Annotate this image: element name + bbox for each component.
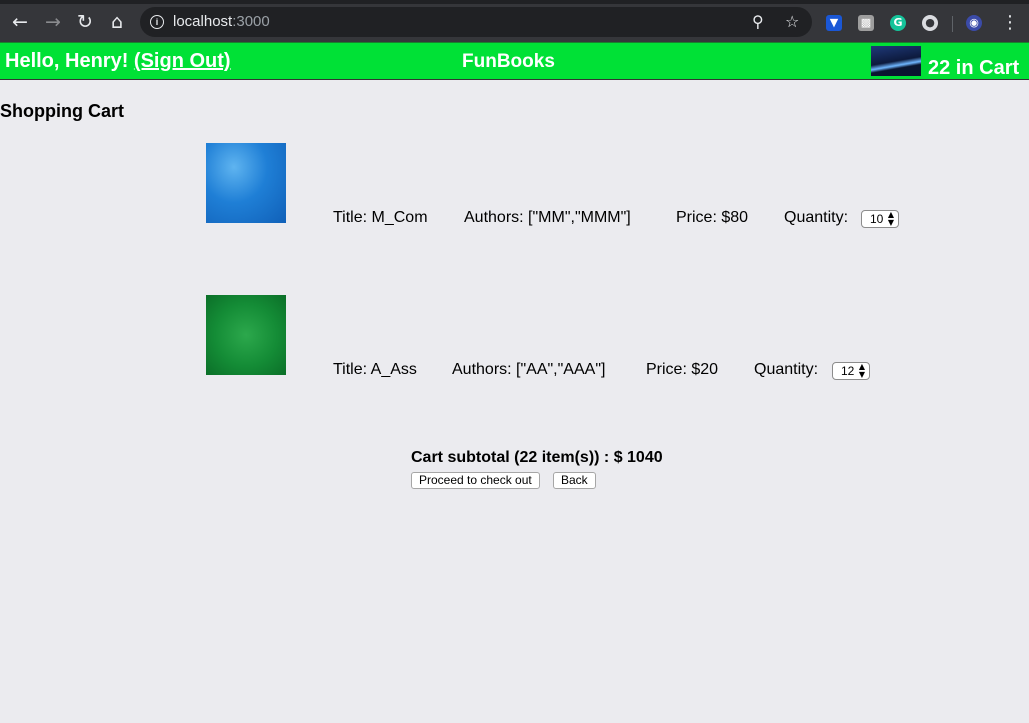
info-icon[interactable]: i [150,15,164,29]
more-vertical-icon[interactable]: ⋮ [1000,11,1020,35]
shield-extension-icon[interactable]: ▼ [826,15,842,31]
cart-subtotal: Cart subtotal (22 item(s)) : $ 1040 [411,449,663,466]
quantity-label: Quantity: [754,361,819,378]
app-header: Hello, Henry! (Sign Out) FunBooks 22 in … [0,42,1029,80]
item-title: Title: M_Com [333,209,428,226]
sign-out-link[interactable]: (Sign Out) [134,50,231,72]
toolbar-divider [952,16,953,32]
grammarly-icon[interactable]: G [890,15,906,31]
address-bar[interactable]: i localhost:3000 ⚲ ☆ [140,7,812,37]
star-icon[interactable]: ☆ [785,12,799,32]
browser-toolbar: ← → ↻ ⌂ i localhost:3000 ⚲ ☆ ▼ ▩ G ● ◉ ⋮ [0,0,1029,42]
forward-icon[interactable]: → [41,10,65,34]
profile-avatar-icon[interactable]: ◉ [966,15,982,31]
back-icon[interactable]: ← [8,10,32,34]
greeting-text: Hello, Henry! [5,50,129,72]
item-price: Price: $20 [646,361,719,378]
record-extension-icon[interactable]: ● [922,15,938,31]
brand-title[interactable]: FunBooks [462,51,555,73]
quantity-select[interactable]: 12 ▲ ▼ [832,362,870,380]
quantity-value: 10 [870,212,884,226]
greeting: Hello, Henry! (Sign Out) [5,50,231,73]
cart-image[interactable] [871,46,921,76]
reload-icon[interactable]: ↻ [73,10,97,34]
item-price: Price: $80 [676,209,749,226]
quantity-select[interactable]: 10 ▲ ▼ [861,210,899,228]
checkout-button[interactable]: Proceed to check out [411,472,540,489]
quantity-value: 12 [841,364,855,378]
home-icon[interactable]: ⌂ [105,10,129,34]
extension-icon[interactable]: ▩ [858,15,874,31]
select-arrows-icon: ▲ ▼ [858,362,865,379]
book-cover-image [206,143,286,223]
item-authors: Authors: ["MM","MMM"] [464,209,631,226]
page-title: Shopping Cart [0,101,124,121]
key-icon[interactable]: ⚲ [752,12,764,32]
url-text[interactable]: localhost:3000 [173,13,270,31]
book-cover-image [206,295,286,375]
item-authors: Authors: ["AA","AAA"] [452,361,606,378]
back-button[interactable]: Back [553,472,596,489]
item-title: Title: A_Ass [333,361,417,378]
quantity-label: Quantity: [784,209,849,226]
select-arrows-icon: ▲ ▼ [887,210,894,227]
cart-count[interactable]: 22 in Cart [928,57,1019,80]
